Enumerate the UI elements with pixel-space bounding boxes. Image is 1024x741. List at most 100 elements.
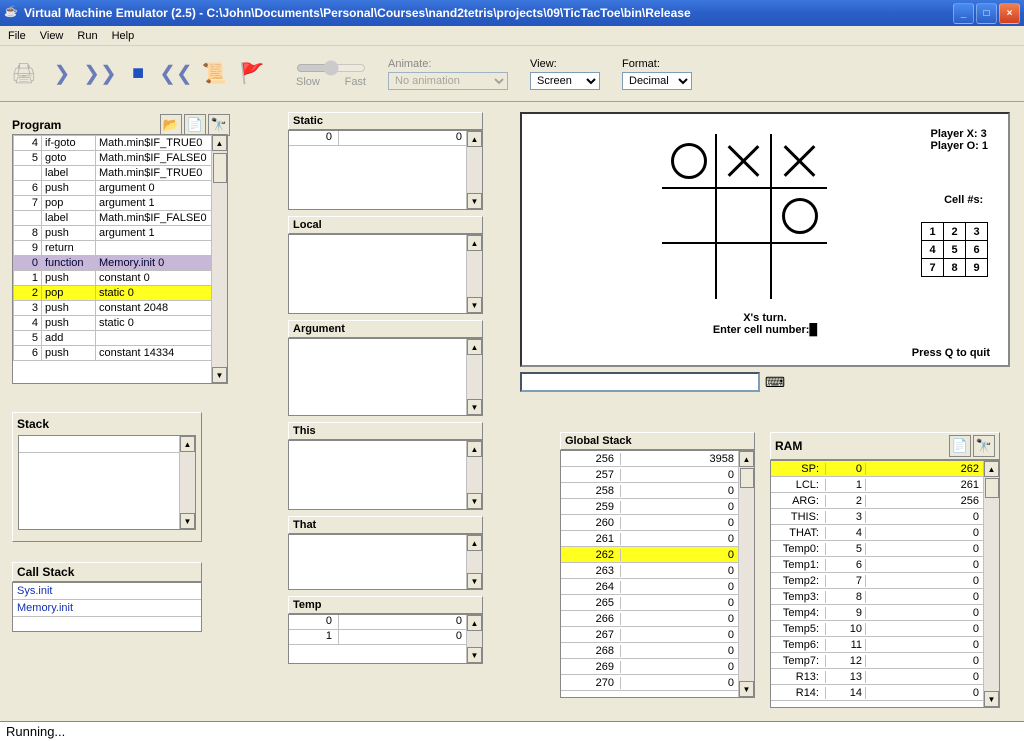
global-stack-row[interactable]: 2620 [561,547,754,563]
keyboard-icon[interactable]: ⌨ [760,372,790,392]
that-scrollbar[interactable]: ▲▼ [466,535,482,589]
maximize-button[interactable]: □ [976,3,997,24]
global-stack-scrollbar[interactable]: ▲▼ [738,451,754,697]
program-row[interactable]: 4pushstatic 0 [14,316,227,331]
global-stack-row[interactable]: 2680 [561,643,754,659]
temp-table[interactable]: 0010▲▼ [288,614,483,664]
global-stack-row[interactable]: 2580 [561,483,754,499]
close-button[interactable]: × [999,3,1020,24]
program-row[interactable]: 2popstatic 0 [14,286,227,301]
global-stack-row[interactable]: 2670 [561,627,754,643]
menu-help[interactable]: Help [112,30,135,42]
static-scrollbar[interactable]: ▲▼ [466,131,482,209]
argument-scrollbar[interactable]: ▲▼ [466,339,482,415]
global-stack-row[interactable]: 2600 [561,515,754,531]
ram-row[interactable]: Temp2:70 [771,573,999,589]
ram-row[interactable]: THIS:30 [771,509,999,525]
score-o: Player O: 1 [931,140,988,152]
program-row[interactable]: 3pushconstant 2048 [14,301,227,316]
ram-row[interactable]: Temp4:90 [771,605,999,621]
program-row[interactable]: 9return [14,241,227,256]
new-file-button[interactable]: 📄 [184,114,206,136]
prompt-text: Enter cell number:█ [713,324,817,336]
fast-label: Fast [345,76,366,88]
this-scrollbar[interactable]: ▲▼ [466,441,482,509]
ram-row[interactable]: Temp5:100 [771,621,999,637]
program-row[interactable]: 5gotoMath.min$IF_FALSE0 [14,151,227,166]
global-stack-row[interactable]: 2563958 [561,451,754,467]
ram-row[interactable]: Temp0:50 [771,541,999,557]
ram-open-button[interactable]: 📄 [949,435,971,457]
global-stack-row[interactable]: 2700 [561,675,754,691]
program-row[interactable]: 0functionMemory.init 0 [14,256,227,271]
ram-row[interactable]: R14:140 [771,685,999,701]
local-scrollbar[interactable]: ▲▼ [466,235,482,313]
program-row[interactable]: 7popargument 1 [14,196,227,211]
program-table[interactable]: 4if-gotoMath.min$IF_TRUE05gotoMath.min$I… [12,134,228,384]
board-cell [772,134,827,189]
step-button[interactable]: ❯ [48,60,76,88]
ram-panel: RAM 📄 🔭 SP:0262LCL:1261ARG:2256THIS:30TH… [770,432,1000,708]
call-stack-panel: Call Stack Sys.initMemory.init [12,562,202,642]
ram-row[interactable]: Temp7:120 [771,653,999,669]
script-icon: 📜 [200,60,228,88]
ram-row[interactable]: ARG:2256 [771,493,999,509]
temp-scrollbar[interactable]: ▲▼ [466,615,482,663]
program-row[interactable]: 1pushconstant 0 [14,271,227,286]
program-row[interactable]: labelMath.min$IF_FALSE0 [14,211,227,226]
menu-file[interactable]: File [8,30,26,42]
ram-scrollbar[interactable]: ▲▼ [983,461,999,707]
fast-forward-button[interactable]: ❯❯ [86,60,114,88]
stack-value: 0 [19,436,195,453]
program-row[interactable]: 4if-gotoMath.min$IF_TRUE0 [14,136,227,151]
scroll-up-icon[interactable]: ▲ [212,135,227,151]
program-row[interactable]: 6pushconstant 14334 [14,346,227,361]
titlebar: ☕ Virtual Machine Emulator (2.5) - C:\Jo… [0,0,1024,26]
ram-row[interactable]: LCL:1261 [771,477,999,493]
program-row[interactable]: 5add [14,331,227,346]
stop-button[interactable]: ■ [124,60,152,88]
view-select[interactable]: Screen [530,72,600,90]
that-title: That [288,516,483,534]
global-stack-row[interactable]: 2630 [561,563,754,579]
ram-find-button[interactable]: 🔭 [973,435,995,457]
scroll-down-icon[interactable]: ▼ [212,367,227,383]
stack-scrollbar[interactable]: ▲▼ [179,436,195,529]
step-back-button[interactable]: ❮❮ [162,60,190,88]
local-table[interactable]: ▲▼ [288,234,483,314]
ram-row[interactable]: SP:0262 [771,461,999,477]
global-stack-row[interactable]: 2610 [561,531,754,547]
ram-row[interactable]: Temp6:110 [771,637,999,653]
program-scrollbar[interactable]: ▲ ▼ [211,135,227,383]
breakpoint-flag-icon[interactable]: 🚩 [238,60,266,88]
keyboard-input[interactable] [520,372,760,392]
format-select[interactable]: Decimal [622,72,692,90]
menu-run[interactable]: Run [77,30,97,42]
cellnums-label: Cell #s: [944,194,983,206]
ram-row[interactable]: Temp3:80 [771,589,999,605]
this-title: This [288,422,483,440]
this-table[interactable]: ▲▼ [288,440,483,510]
call-stack-item[interactable]: Memory.init [13,600,201,617]
global-stack-row[interactable]: 2650 [561,595,754,611]
ram-row[interactable]: THAT:40 [771,525,999,541]
global-stack-title: Global Stack [560,432,755,450]
global-stack-row[interactable]: 2640 [561,579,754,595]
global-stack-row[interactable]: 2590 [561,499,754,515]
program-row[interactable]: 6pushargument 0 [14,181,227,196]
that-table[interactable]: ▲▼ [288,534,483,590]
find-button[interactable]: 🔭 [208,114,230,136]
argument-table[interactable]: ▲▼ [288,338,483,416]
program-row[interactable]: labelMath.min$IF_TRUE0 [14,166,227,181]
global-stack-row[interactable]: 2660 [561,611,754,627]
open-folder-button[interactable]: 📂 [160,114,182,136]
ram-row[interactable]: R13:130 [771,669,999,685]
ram-row[interactable]: Temp1:60 [771,557,999,573]
global-stack-row[interactable]: 2690 [561,659,754,675]
static-table[interactable]: 00▲▼ [288,130,483,210]
minimize-button[interactable]: _ [953,3,974,24]
program-row[interactable]: 8pushargument 1 [14,226,227,241]
call-stack-item[interactable]: Sys.init [13,583,201,600]
global-stack-row[interactable]: 2570 [561,467,754,483]
menu-view[interactable]: View [40,30,64,42]
